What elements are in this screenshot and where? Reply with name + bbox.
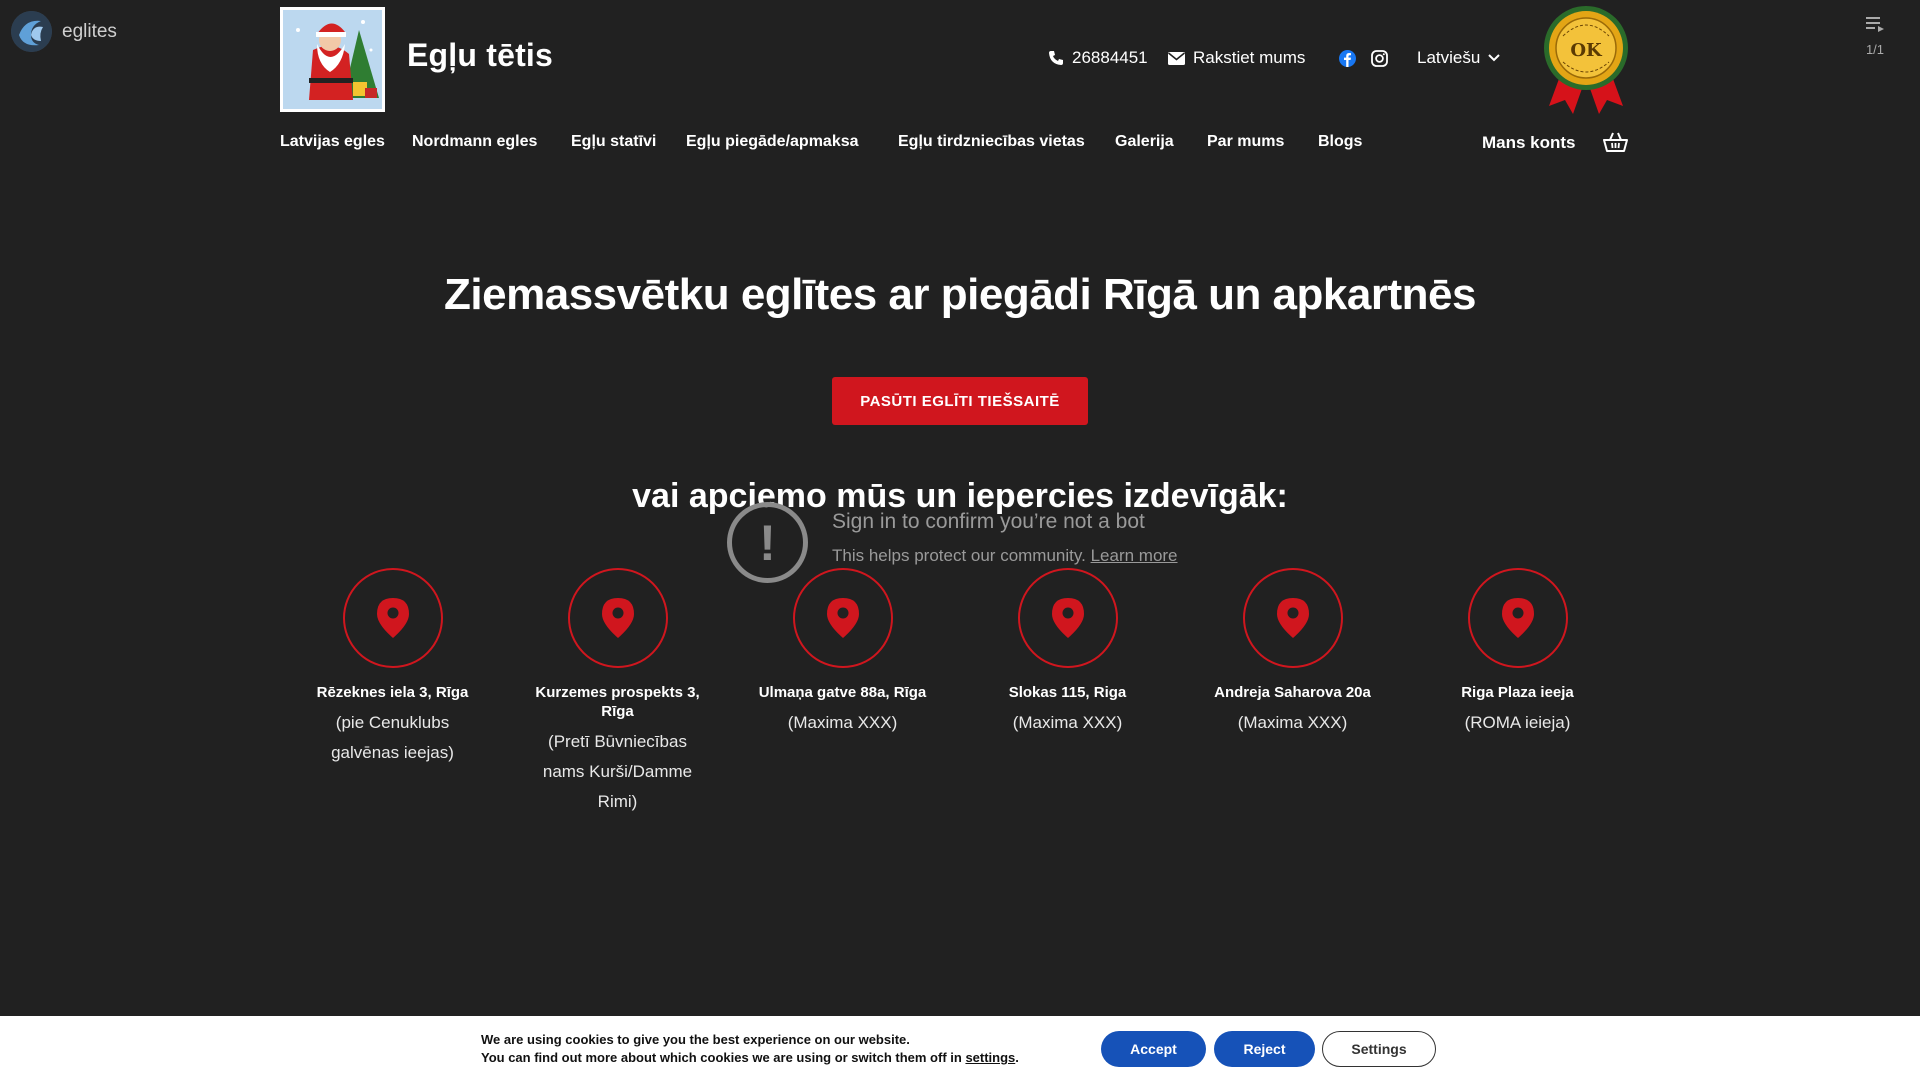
cookie-line-1: We are using cookies to give you the bes… — [481, 1032, 910, 1047]
location-item: Rēzeknes iela 3, Rīga (pie Cenuklubs gal… — [280, 568, 505, 817]
email-label: Rakstiet mums — [1193, 48, 1306, 67]
location-note: (Pretī Būvniecības nams Kurši/Damme Rimi… — [542, 732, 693, 811]
learn-more-link[interactable]: Learn more — [1091, 546, 1178, 565]
embed-error-subtitle: This helps protect our community. Learn … — [832, 546, 1178, 566]
nav-item-nordmann-egles[interactable]: Nordmann egles — [412, 133, 571, 151]
location-address: Riga Plaza ieeja — [1461, 684, 1574, 701]
order-online-button[interactable]: PASŪTI EGLĪTI TIEŠSAITĒ — [832, 377, 1088, 425]
channel-avatar[interactable] — [11, 11, 52, 52]
location-address: Andreja Saharova 20a — [1214, 684, 1371, 701]
playlist-icon — [1866, 17, 1884, 32]
location-address: Ulmaņa gatve 88a, Rīga — [758, 684, 927, 701]
location-item: Ulmaņa gatve 88a, Rīga (Maxima XXX) — [730, 568, 955, 817]
embed-error-text: This helps protect our community. — [832, 546, 1086, 565]
my-account-link[interactable]: Mans konts — [1482, 133, 1576, 153]
map-pin-icon — [826, 598, 859, 638]
envelope-icon — [1168, 51, 1185, 65]
language-label: Latviešu — [1417, 48, 1481, 67]
location-pin — [1017, 568, 1118, 668]
reject-cookies-button[interactable]: Reject — [1214, 1031, 1315, 1067]
playlist-indicator[interactable]: 1/1 — [1865, 15, 1885, 57]
facebook-icon — [1339, 50, 1356, 67]
nav-item-blogs[interactable]: Blogs — [1318, 133, 1378, 151]
map-pin-icon — [1276, 598, 1309, 638]
location-address: Slokas 115, Riga — [1008, 684, 1127, 701]
site-title[interactable]: Egļu tētis — [407, 37, 553, 74]
nav-item-eglu-stativi[interactable]: Egļu statīvi — [571, 133, 686, 151]
nav-item-galerija[interactable]: Galerija — [1115, 133, 1207, 151]
location-address: Rēzeknes iela 3, Rīga — [316, 684, 469, 701]
cookie-text: We are using cookies to give you the bes… — [481, 1031, 1019, 1067]
facebook-link[interactable] — [1339, 50, 1356, 72]
nav-item-latvijas-egles[interactable]: Latvijas egles — [280, 133, 412, 151]
nav-item-tirdzniecibas-vietas[interactable]: Egļu tirdzniecības vietas — [898, 133, 1115, 151]
basket-icon — [1603, 132, 1628, 152]
hero-title: Ziemassvētku eglītes ar piegādi Rīgā un … — [444, 270, 1476, 319]
location-note: (ROMA ieieja) — [1464, 713, 1571, 732]
accept-cookies-button[interactable]: Accept — [1101, 1031, 1206, 1067]
location-note: (Maxima XXX) — [787, 713, 898, 732]
location-item: Slokas 115, Riga (Maxima XXX) — [955, 568, 1180, 817]
badge-text: OK — [1570, 40, 1603, 61]
map-pin-icon — [376, 598, 409, 638]
phone-icon — [1049, 51, 1063, 65]
email-link[interactable]: Rakstiet mums — [1168, 48, 1305, 68]
language-selector[interactable]: Latviešu — [1417, 48, 1501, 68]
embed-error-title: Sign in to confirm you’re not a bot — [832, 510, 1145, 533]
location-item: Riga Plaza ieeja (ROMA ieieja) — [1405, 568, 1630, 817]
premium-badge: OK — [1541, 6, 1631, 116]
location-note: (Maxima XXX) — [1237, 713, 1348, 732]
location-item: Andreja Saharova 20a (Maxima XXX) — [1180, 568, 1405, 817]
cookie-settings-button[interactable]: Settings — [1322, 1031, 1436, 1067]
location-pin — [342, 568, 443, 668]
location-pin — [1467, 568, 1568, 668]
instagram-icon — [1371, 50, 1388, 67]
cookie-banner: We are using cookies to give you the bes… — [0, 1016, 1920, 1080]
playlist-count: 1/1 — [1865, 42, 1885, 57]
location-note: (pie Cenuklubs galvēnas ieejas) — [331, 713, 454, 762]
location-pin — [1242, 568, 1343, 668]
map-pin-icon — [1501, 598, 1534, 638]
chevron-down-icon — [1488, 54, 1501, 62]
location-pin — [567, 568, 668, 668]
site-logo[interactable] — [280, 7, 385, 112]
cookie-line-2-text: You can find out more about which cookie… — [481, 1050, 962, 1065]
santa-logo-image — [283, 10, 382, 109]
map-pin-icon — [601, 598, 634, 638]
location-address: Kurzemes prospekts 3, Rīga — [535, 684, 700, 720]
nav-item-piegade-apmaksa[interactable]: Egļu piegāde/apmaksa — [686, 133, 898, 151]
nav-item-par-mums[interactable]: Par mums — [1207, 133, 1318, 151]
location-pin — [792, 568, 893, 668]
instagram-link[interactable] — [1371, 50, 1388, 72]
channel-name[interactable]: eglites — [62, 21, 117, 43]
embed-channel[interactable]: eglites — [11, 11, 117, 52]
cookie-settings-link[interactable]: settings — [965, 1050, 1015, 1065]
phone-link[interactable]: 26884451 — [1048, 48, 1148, 68]
main-nav: Latvijas egles Nordmann egles Egļu statī… — [280, 133, 1378, 151]
cookie-line-2: You can find out more about which cookie… — [481, 1050, 1019, 1065]
cart-button[interactable] — [1603, 131, 1628, 158]
location-item: Kurzemes prospekts 3, Rīga (Pretī Būvnie… — [505, 568, 730, 817]
phone-number: 26884451 — [1072, 48, 1148, 67]
locations-list: Rēzeknes iela 3, Rīga (pie Cenuklubs gal… — [280, 568, 1630, 817]
map-pin-icon — [1051, 598, 1084, 638]
location-note: (Maxima XXX) — [1012, 713, 1123, 732]
